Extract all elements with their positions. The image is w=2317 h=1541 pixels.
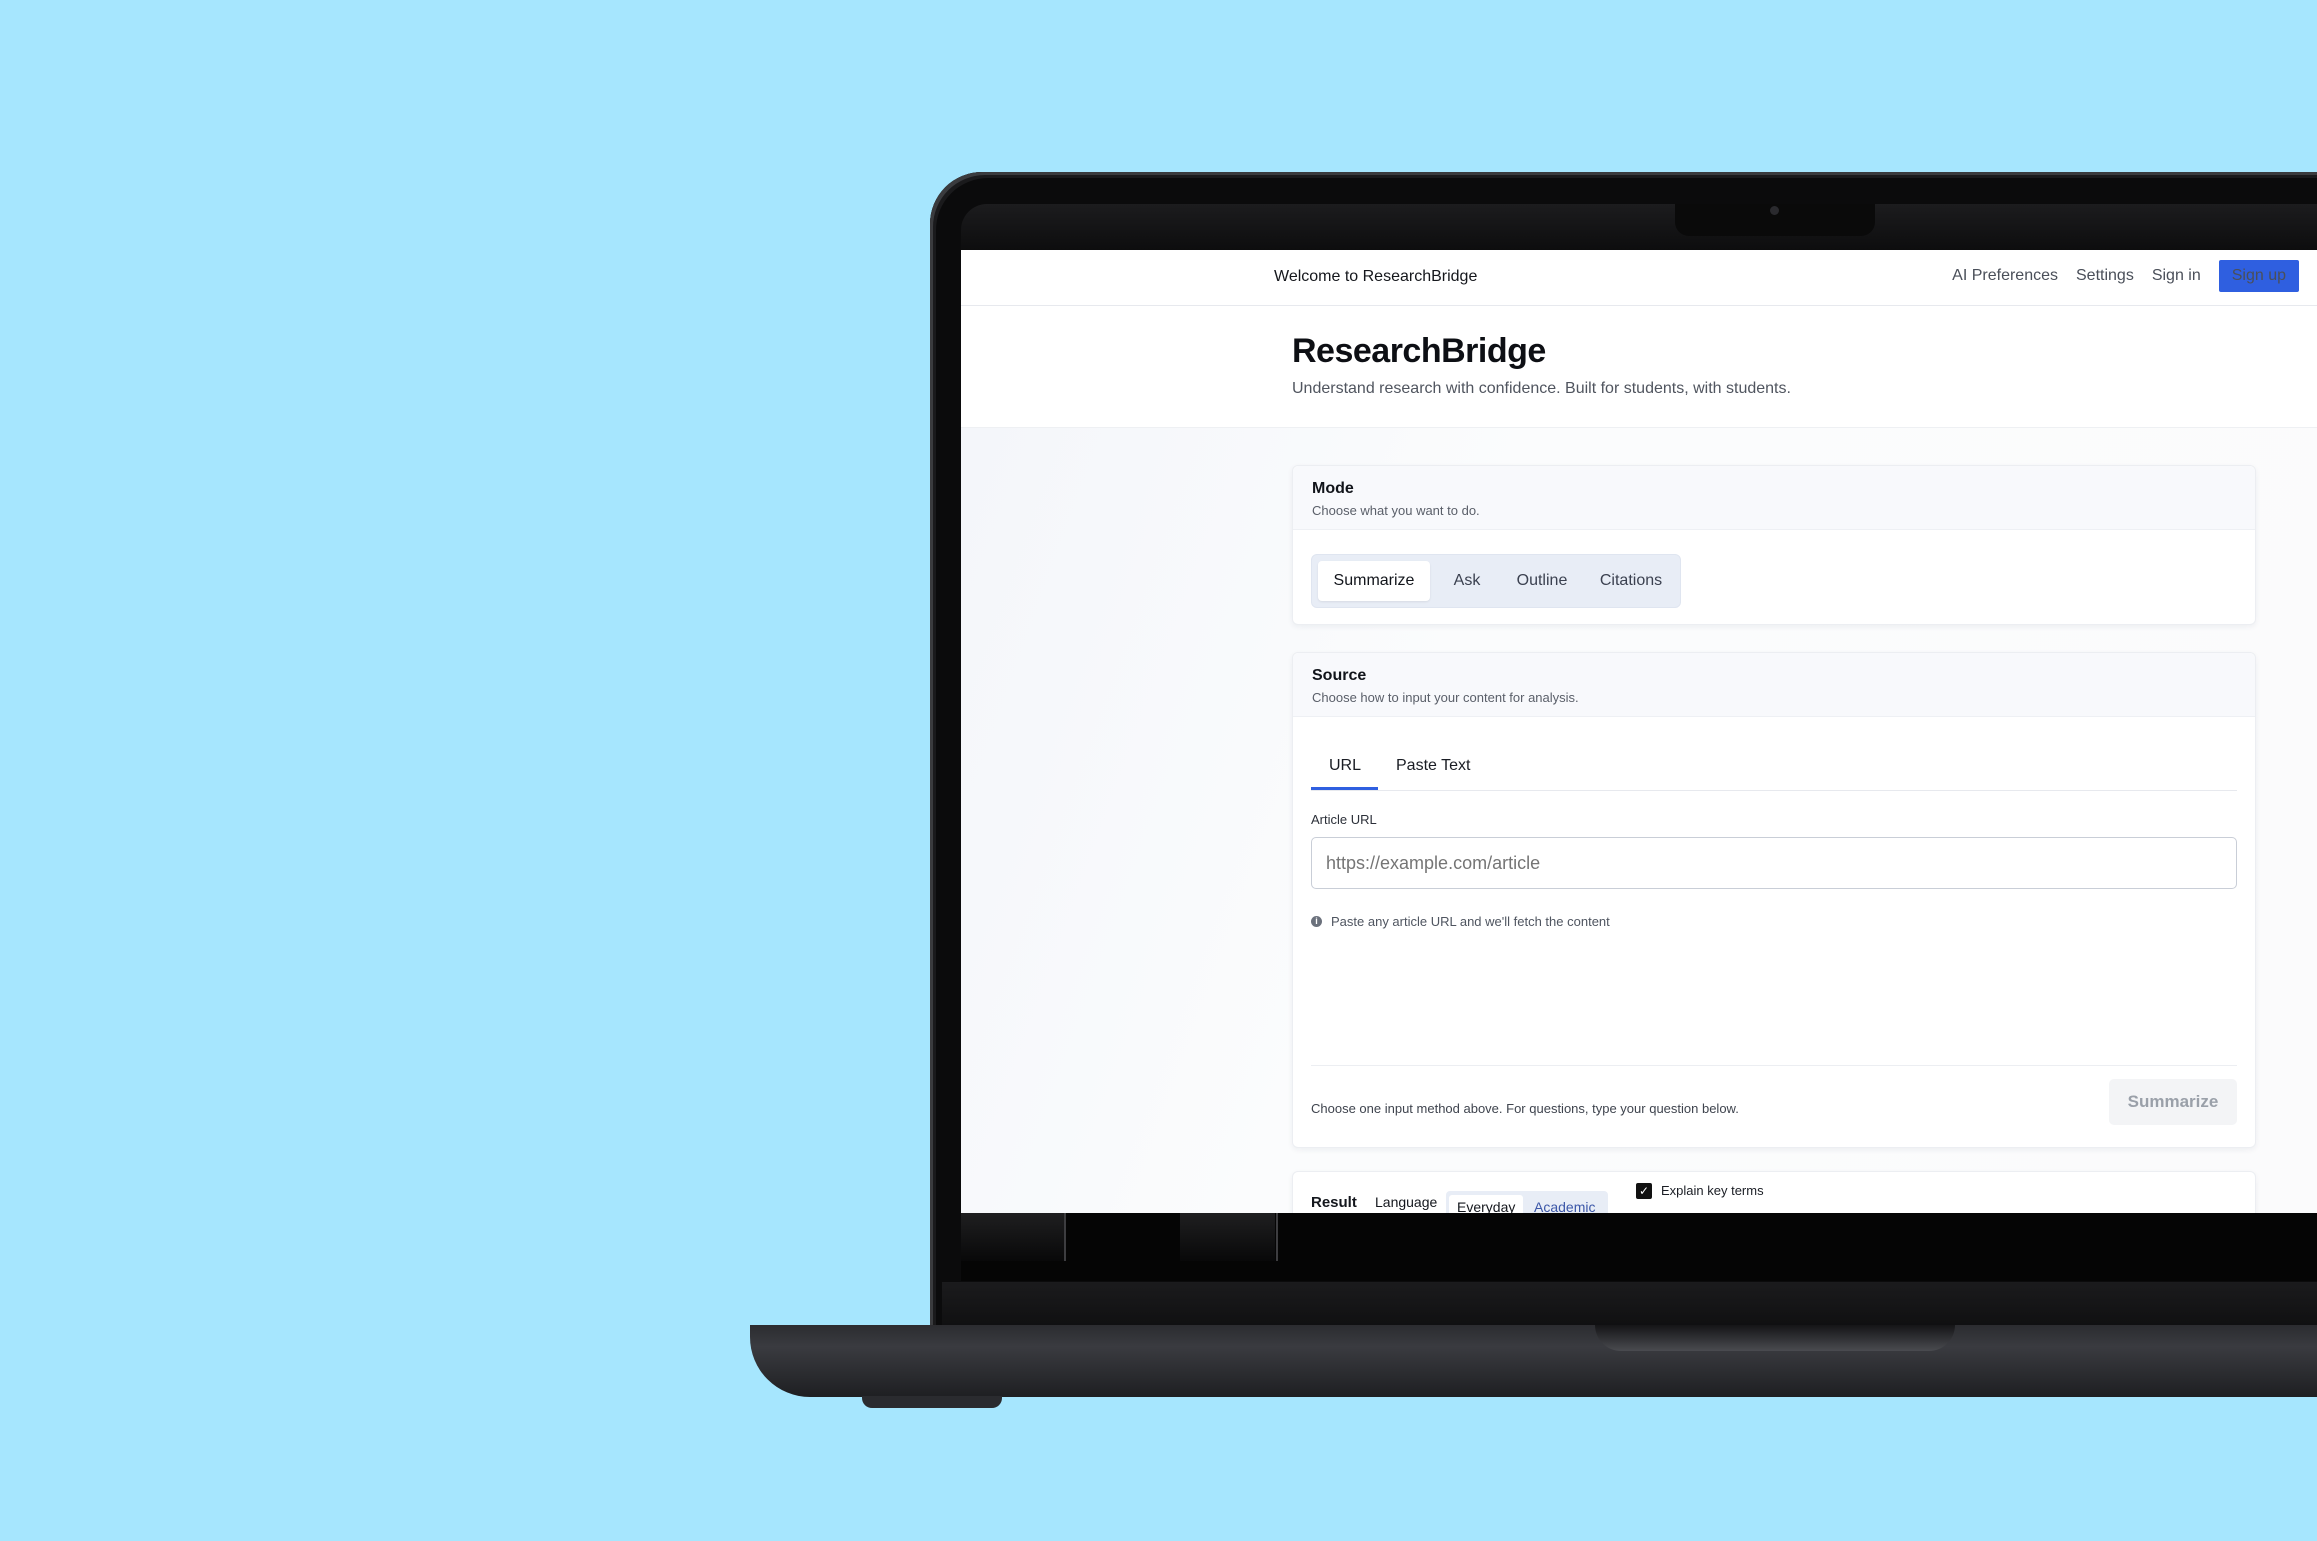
screen-reflection (1180, 1213, 1275, 1261)
article-url-label: Article URL (1311, 812, 1377, 827)
mode-option-citations[interactable]: Citations (1588, 561, 1674, 601)
input-method-note: Choose one input method above. For quest… (1311, 1101, 1739, 1116)
url-hint: i Paste any article URL and we'll fetch … (1311, 914, 1610, 929)
page-title: ResearchBridge (1292, 332, 1546, 370)
nav-ai-preferences[interactable]: AI Preferences (1952, 267, 2058, 285)
source-title: Source (1312, 667, 1367, 684)
info-icon: i (1311, 916, 1322, 927)
top-nav: AI Preferences Settings Sign in Sign up (1952, 260, 2317, 292)
sign-up-button[interactable]: Sign up (2218, 260, 2299, 292)
source-card: Source Choose how to input your content … (1292, 652, 2256, 1148)
language-option-everyday[interactable]: Everyday (1449, 1195, 1524, 1213)
welcome-text: Welcome to ResearchBridge (1274, 268, 1478, 285)
screen-bezel-top (961, 204, 2317, 250)
mode-option-ask[interactable]: Ask (1438, 561, 1496, 601)
app-screen: Welcome to ResearchBridge AI Preferences… (961, 250, 2317, 1213)
page-tagline: Understand research with confidence. Bui… (1292, 380, 1791, 397)
screen-reflection (1276, 1213, 1278, 1261)
laptop-base (750, 1325, 2317, 1397)
source-card-header: Source Choose how to input your content … (1293, 653, 2255, 717)
nav-settings[interactable]: Settings (2076, 267, 2134, 285)
result-card: Result Language Everyday Academic ✓ Expl… (1292, 1171, 2256, 1213)
explain-key-terms-label: Explain key terms (1661, 1183, 1764, 1198)
laptop-opening-lip (1595, 1325, 1955, 1351)
screen-bezel-bottom (961, 1213, 2317, 1281)
url-hint-text: Paste any article URL and we'll fetch th… (1331, 914, 1610, 929)
screen-reflection (1064, 1213, 1066, 1261)
mode-option-outline[interactable]: Outline (1502, 561, 1582, 601)
tab-paste-text[interactable]: Paste Text (1396, 757, 1470, 775)
mode-option-summarize[interactable]: Summarize (1318, 561, 1430, 601)
laptop-hinge (942, 1282, 2317, 1326)
main-content: Mode Choose what you want to do. Summari… (961, 428, 2317, 1213)
mode-card: Mode Choose what you want to do. Summari… (1292, 465, 2256, 625)
divider (1311, 1065, 2237, 1066)
language-label: Language (1375, 1194, 1438, 1210)
summarize-button[interactable]: Summarize (2109, 1079, 2237, 1125)
active-tab-indicator (1311, 787, 1378, 790)
top-navigation-bar: Welcome to ResearchBridge AI Preferences… (961, 250, 2317, 306)
camera-icon (1770, 206, 1779, 215)
nav-sign-in[interactable]: Sign in (2152, 267, 2201, 285)
laptop-foot (862, 1396, 1002, 1408)
mode-card-header: Mode Choose what you want to do. (1293, 466, 2255, 530)
language-segmented-control: Everyday Academic (1446, 1191, 1608, 1213)
source-tabs: URL Paste Text (1311, 745, 2237, 791)
screen-reflection (961, 1213, 1066, 1261)
mode-subtitle: Choose what you want to do. (1312, 503, 1480, 518)
mode-title: Mode (1312, 480, 1354, 497)
result-title: Result (1311, 1194, 1357, 1211)
tab-url[interactable]: URL (1329, 757, 1361, 775)
mode-segmented-control: Summarize Ask Outline Citations (1311, 554, 1681, 608)
source-subtitle: Choose how to input your content for ana… (1312, 690, 1579, 705)
explain-key-terms-checkbox[interactable]: ✓ (1636, 1183, 1652, 1199)
page-header: ResearchBridge Understand research with … (961, 306, 2317, 428)
language-option-academic[interactable]: Academic (1534, 1195, 1595, 1213)
article-url-input[interactable] (1311, 837, 2237, 889)
